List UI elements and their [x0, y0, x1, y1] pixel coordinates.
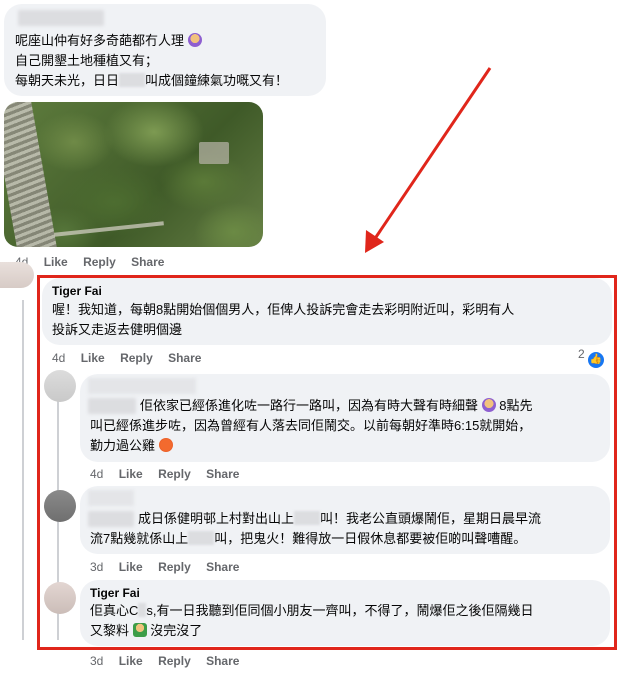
arrow-annotation: [365, 67, 492, 253]
